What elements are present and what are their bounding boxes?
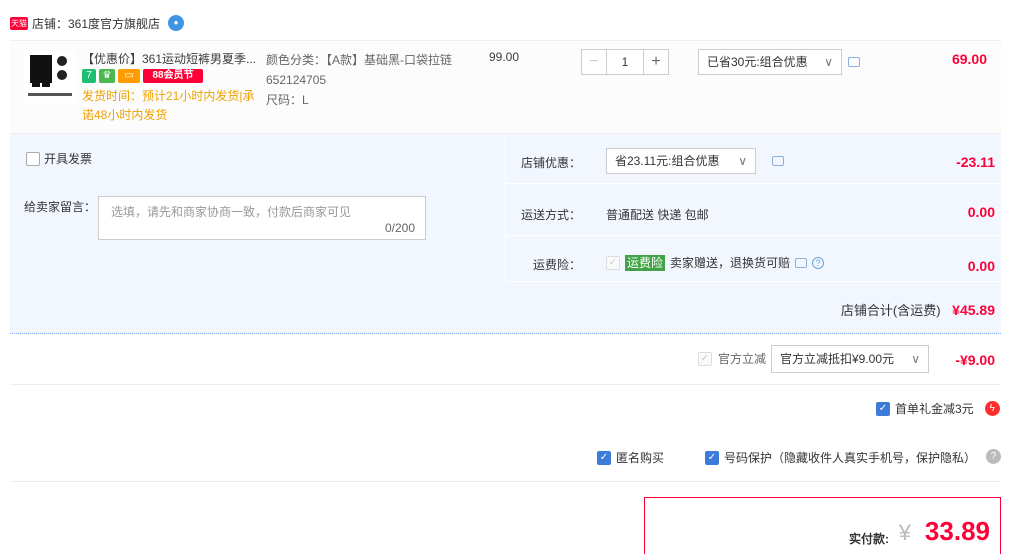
shop-coupon-amount: -23.11 [956, 154, 995, 170]
shop-name-link[interactable]: 店铺：361度官方旗舰店 [32, 15, 160, 32]
divider [10, 481, 1001, 482]
coupon-info-icon[interactable] [772, 156, 784, 166]
first-order-option[interactable]: ✓ 首单礼金减3元 ϟ [876, 400, 1000, 417]
festival-badge: 88会员节 [143, 69, 203, 83]
pay-amount: 33.89 [924, 516, 990, 546]
first-order-checkbox[interactable]: ✓ [876, 401, 890, 416]
seller-note-placeholder: 选填，请先和商家协商一致，付款后商家可见 [111, 205, 352, 219]
lightning-icon: ϟ [984, 401, 1000, 416]
card-payment-icon: ▭ [118, 69, 140, 83]
official-discount-amount: -¥9.00 [955, 352, 995, 368]
quantity-decrease-button[interactable]: − [581, 49, 607, 75]
shipping-time: 发货时间：预计21小时内发货|承诺48小时内发货 [82, 89, 255, 122]
tmall-badge: 天猫 [10, 16, 28, 30]
insurance-text: 卖家赠送，退换货可赔 [670, 256, 791, 270]
official-discount-checkbox: ✓ [698, 351, 712, 366]
cart-item-row: 【优惠价】361运动短裤男夏季... 7 ♛ ▭ 88会员节 发货时间：预计21… [10, 40, 1001, 134]
help-icon[interactable]: ? [812, 256, 825, 269]
shipping-method: 普通配送 快递 包邮 [606, 208, 709, 222]
unit-price: 99.00 [489, 50, 520, 64]
seller-note-label: 给卖家留言： [24, 200, 97, 214]
seven-day-return-icon: 7 [82, 69, 96, 83]
shop-coupon-select[interactable]: 省23.11元:组合优惠 ∨ [606, 148, 756, 174]
product-thumbnail[interactable] [24, 51, 76, 103]
shipping-amount: 0.00 [967, 204, 995, 220]
insurance-label: 运费险： [532, 258, 581, 272]
pay-label: 实付款: [849, 532, 889, 546]
first-order-label: 首单礼金减3元 [895, 402, 974, 416]
shop-coupon-label: 店铺优惠： [520, 156, 581, 170]
official-discount-value: 官方立减抵扣¥9.00元 [780, 352, 895, 366]
subtotal-label: 店铺合计(含运费) [840, 303, 941, 318]
product-badges: 7 ♛ ▭ 88会员节 [82, 69, 203, 83]
chevron-down-icon: ∨ [824, 55, 833, 69]
number-protect-option[interactable]: ✓ 号码保护（隐藏收件人真实手机号，保护隐私） [705, 449, 976, 466]
insurance-tag: 运费险 [625, 254, 666, 271]
item-promo-value: 已省30元:组合优惠 [707, 55, 808, 69]
payment-summary: 实付款: ¥ 33.89 [644, 497, 1001, 554]
promo-info-icon[interactable] [848, 57, 860, 67]
invoice-checkbox[interactable] [26, 151, 40, 166]
sku-size: 尺码：L [266, 93, 309, 107]
official-discount-option: ✓ 官方立减 [698, 350, 766, 367]
number-protect-label: 号码保护（隐藏收件人真实手机号，保护隐私） [724, 451, 977, 465]
insurance-option: ✓ 运费险 卖家赠送，退换货可赔 ? [606, 254, 825, 271]
insurance-amount: 0.00 [967, 258, 995, 274]
shipping-row: 运送方式： 普通配送 快递 包邮 0.00 [506, 186, 1001, 236]
quantity-increase-button[interactable]: + [643, 49, 669, 75]
insurance-checkbox: ✓ [606, 255, 620, 270]
shop-coupon-row: 店铺优惠： 省23.11元:组合优惠 ∨ -23.11 [506, 134, 1001, 184]
anonymous-checkbox[interactable]: ✓ [597, 450, 611, 465]
anonymous-label: 匿名购买 [616, 451, 665, 465]
seller-note-input[interactable]: 选填，请先和商家协商一致，付款后商家可见 0/200 [98, 196, 426, 240]
question-icon[interactable]: ? [986, 449, 1001, 464]
shipping-label: 运送方式： [520, 208, 581, 222]
official-discount-label: 官方立减 [718, 352, 767, 366]
item-promo-select[interactable]: 已省30元:组合优惠 ∨ [698, 49, 842, 75]
number-protect-checkbox[interactable]: ✓ [705, 450, 719, 465]
shop-coupon-value: 省23.11元:组合优惠 [615, 154, 720, 168]
product-title-link[interactable]: 【优惠价】361运动短裤男夏季... [82, 50, 262, 67]
anonymous-option[interactable]: ✓ 匿名购买 [597, 449, 664, 466]
order-details-panel: 开具发票 给卖家留言： 选填，请先和商家协商一致，付款后商家可见 0/200 店… [10, 134, 1001, 334]
seller-note-count: 0/200 [384, 221, 415, 235]
order-options-left: 开具发票 给卖家留言： 选填，请先和商家协商一致，付款后商家可见 0/200 [10, 134, 506, 282]
divider [10, 384, 1001, 385]
chevron-down-icon: ∨ [911, 352, 920, 366]
sku-info: 颜色分类：【A款】基础黑-口袋拉链652124705 尺码：L [266, 50, 456, 110]
pay-currency: ¥ [898, 520, 911, 545]
invoice-option[interactable]: 开具发票 [26, 150, 92, 167]
insurance-info-icon[interactable] [795, 257, 808, 268]
insurance-row: 运费险： ✓ 运费险 卖家赠送，退换货可赔 ? 0.00 [506, 238, 1001, 282]
official-discount-select[interactable]: 官方立减抵扣¥9.00元 ∨ [771, 345, 929, 373]
chat-icon[interactable]: ● [168, 15, 185, 31]
invoice-label: 开具发票 [44, 152, 93, 166]
quantity-stepper: − 1 + [581, 49, 669, 75]
chevron-down-icon: ∨ [738, 154, 747, 168]
shop-subtotal: 店铺合计(含运费) ¥45.89 [841, 300, 995, 319]
item-total-price: 69.00 [951, 51, 987, 67]
quantity-input[interactable]: 1 [607, 49, 643, 75]
sku-color: 颜色分类：【A款】基础黑-口袋拉链652124705 [266, 53, 453, 87]
shop-header: 天猫 店铺：361度官方旗舰店 ● [10, 14, 185, 32]
guarantee-icon: ♛ [99, 69, 115, 83]
subtotal-amount: ¥45.89 [952, 302, 995, 318]
